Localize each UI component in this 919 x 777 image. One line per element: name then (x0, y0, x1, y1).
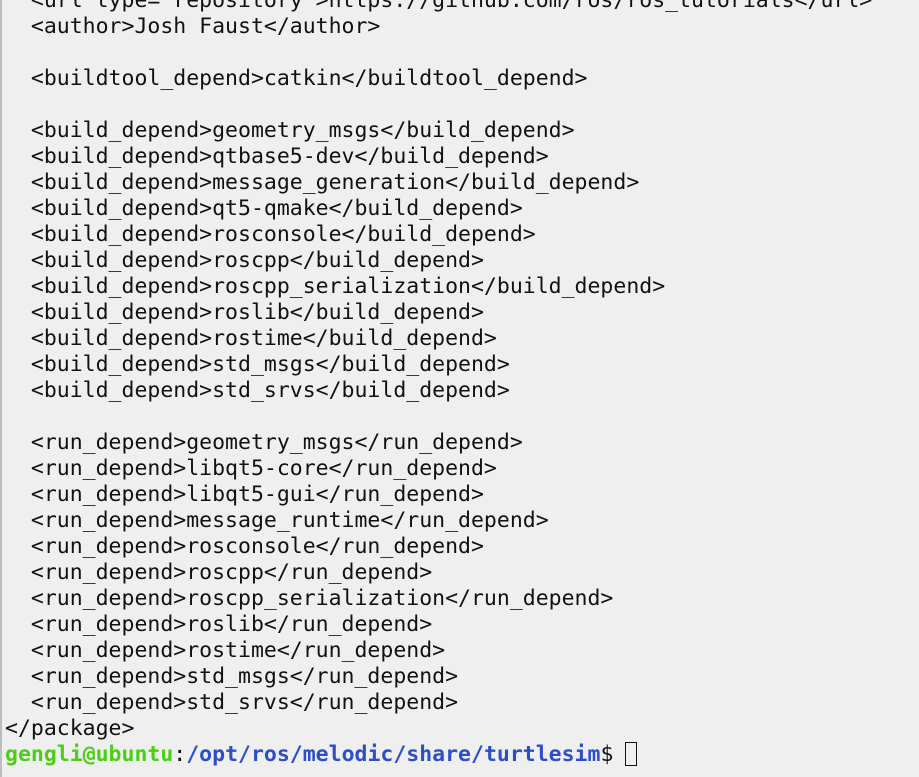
prompt-separator: : (173, 742, 187, 767)
output-line: <url type="repository">https://github.co… (5, 0, 873, 13)
output-line: <build_depend>roslib</build_depend> (5, 300, 484, 325)
output-line: <run_depend>geometry_msgs</run_depend> (5, 430, 523, 455)
output-line: <run_depend>rosconsole</run_depend> (5, 534, 484, 559)
output-line: <run_depend>rostime</run_depend> (5, 638, 446, 663)
prompt-symbol: $ (600, 742, 614, 767)
prompt-path: /opt/ros/melodic/share/turtlesim (186, 742, 601, 767)
output-line: <build_depend>geometry_msgs</build_depen… (5, 118, 575, 143)
text-cursor[interactable] (625, 742, 638, 766)
output-line: <run_depend>roscpp_serialization</run_de… (5, 586, 614, 611)
output-line: <build_depend>rosconsole</build_depend> (5, 222, 536, 247)
output-line: <build_depend>std_msgs</build_depend> (5, 352, 510, 377)
terminal-window[interactable]: <url type="repository">https://github.co… (0, 0, 919, 777)
output-line: <run_depend>roslib</run_depend> (5, 612, 433, 637)
output-lines: <url type="repository">https://github.co… (5, 0, 919, 742)
output-line: <build_depend>rostime</build_depend> (5, 326, 497, 351)
output-line: <build_depend>qt5-qmake</build_depend> (5, 196, 523, 221)
output-line: <build_depend>roscpp</build_depend> (5, 248, 484, 273)
shell-prompt[interactable]: gengli@ubuntu:/opt/ros/melodic/share/tur… (5, 742, 919, 768)
prompt-user-host: gengli@ubuntu (5, 742, 174, 767)
output-line: <build_depend>message_generation</build_… (5, 170, 640, 195)
output-line: <author>Josh Faust</author> (5, 14, 381, 39)
output-line: <build_depend>std_srvs</build_depend> (5, 378, 510, 403)
output-line: <run_depend>std_srvs</run_depend> (5, 690, 459, 715)
output-line: <build_depend>roscpp_serialization</buil… (5, 274, 666, 299)
terminal-output: <url type="repository">https://github.co… (5, 0, 919, 768)
output-line: <build_depend>qtbase5-dev</build_depend> (5, 144, 549, 169)
output-line: <run_depend>roscpp</run_depend> (5, 560, 433, 585)
output-line: <run_depend>libqt5-gui</run_depend> (5, 482, 484, 507)
output-line: <run_depend>message_runtime</run_depend> (5, 508, 549, 533)
output-line: </package> (5, 716, 135, 741)
output-line: <run_depend>std_msgs</run_depend> (5, 664, 459, 689)
output-line: <run_depend>libqt5-core</run_depend> (5, 456, 497, 481)
output-line: <buildtool_depend>catkin</buildtool_depe… (5, 66, 588, 91)
